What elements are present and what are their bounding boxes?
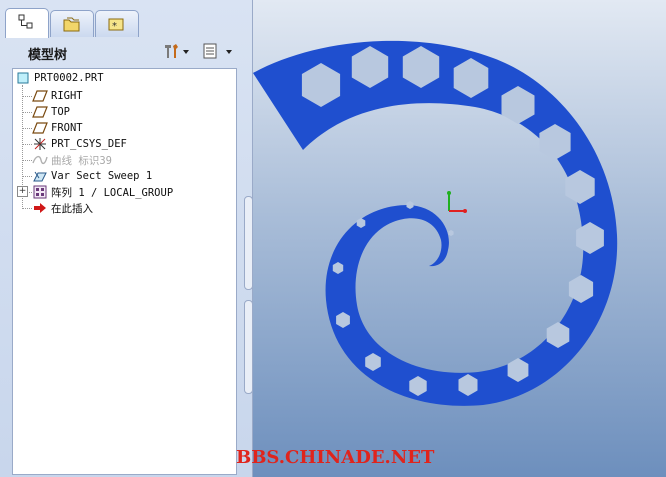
sweep-icon [32, 169, 48, 183]
tree-item-curve[interactable]: 曲线 标识39 [32, 152, 112, 168]
tree-item-pattern[interactable]: 阵列 1 / LOCAL_GROUP [32, 184, 173, 200]
model-tree: PRT0002.PRT RIGHT TOP FRONT PRT_CSYS_DEF… [12, 68, 237, 475]
tree-item-label: RIGHT [51, 90, 83, 102]
datum-plane-icon [32, 121, 48, 135]
expand-toggle[interactable]: + [17, 186, 28, 197]
tree-root[interactable]: PRT0002.PRT [15, 70, 104, 86]
tree-root-label: PRT0002.PRT [34, 72, 104, 84]
show-menu-button[interactable] [202, 41, 236, 61]
panel-sash[interactable] [243, 0, 253, 477]
tree-item-label: 阵列 1 / LOCAL_GROUP [51, 186, 174, 199]
sash-grip-upper[interactable] [244, 196, 253, 290]
tree-item-label: Var Sect Sweep 1 [51, 170, 153, 182]
sash-grip-lower[interactable] [244, 300, 253, 394]
model-tree-header: 模型树 [12, 38, 240, 64]
insert-here-arrow-icon [32, 201, 48, 215]
tree-item-label: FRONT [51, 122, 83, 134]
part-icon [15, 71, 31, 85]
model-tree-panel: * 模型树 PRT0002.PRT RIGHT TOP FRONT PRT_CS… [0, 0, 253, 477]
watermark: BBS.CHINADE.NET [236, 447, 435, 468]
datum-plane-icon [32, 105, 48, 119]
list-icon [203, 43, 232, 59]
tree-item-label: 曲线 标识39 [51, 154, 112, 167]
navigator-tabs: * [0, 0, 252, 38]
tools-icon [165, 44, 189, 58]
panel-title: 模型树 [28, 48, 68, 63]
tree-item-insert-here[interactable]: 在此插入 [32, 200, 93, 216]
tab-favorites[interactable]: * [95, 10, 139, 37]
coordinate-system-icon [32, 137, 48, 151]
csys-triad [447, 191, 467, 213]
graphics-window[interactable] [253, 0, 666, 477]
tree-item-front[interactable]: FRONT [32, 120, 83, 136]
spiral-part-model [253, 40, 618, 406]
folder-browser-icon [63, 17, 80, 32]
tree-item-sweep[interactable]: Var Sect Sweep 1 [32, 168, 152, 184]
hex-hole [448, 230, 454, 236]
tree-item-right[interactable]: RIGHT [32, 88, 83, 104]
tree-item-label: TOP [51, 106, 70, 118]
settings-menu-button[interactable] [162, 41, 190, 61]
pattern-icon [32, 185, 48, 199]
tree-item-top[interactable]: TOP [32, 104, 70, 120]
svg-text:*: * [112, 21, 117, 32]
favorites-icon: * [108, 18, 124, 32]
model-tree-icon [18, 14, 33, 29]
tab-model-tree[interactable] [5, 8, 49, 38]
tree-item-label: 在此插入 [51, 202, 93, 215]
tree-item-csys[interactable]: PRT_CSYS_DEF [32, 136, 127, 152]
datum-plane-icon [32, 89, 48, 103]
tab-folder-browser[interactable] [50, 10, 94, 37]
tree-item-label: PRT_CSYS_DEF [51, 138, 127, 150]
curve-icon [32, 153, 48, 167]
